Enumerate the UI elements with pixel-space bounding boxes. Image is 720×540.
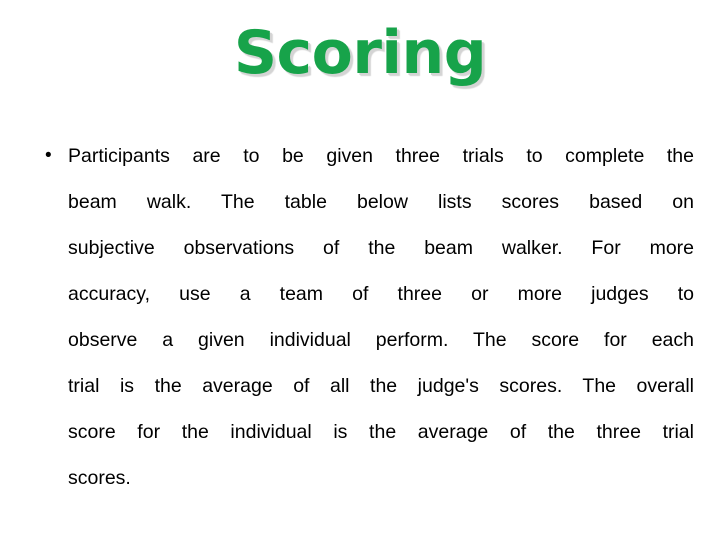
title-block: Scoring (0, 22, 720, 85)
slide: Scoring • Participants are to be given t… (0, 0, 720, 540)
page-title: Scoring (233, 18, 487, 88)
body-content: • Participants are to be given three tri… (26, 133, 694, 501)
text-line: beam walk. The table below lists scores … (68, 191, 694, 213)
bullet-paragraph: Participants are to be given three trial… (68, 133, 694, 501)
text-line: trial is the average of all the judge's … (68, 375, 694, 397)
text-line: subjective observations of the beam walk… (68, 237, 694, 259)
text-line: Participants are to be given three trial… (68, 145, 694, 167)
text-line: score for the individual is the average … (68, 421, 694, 443)
list-item: • Participants are to be given three tri… (26, 133, 694, 501)
text-line: observe a given individual perform. The … (68, 329, 694, 351)
text-line: accuracy, use a team of three or more ju… (68, 283, 694, 305)
text-line: scores. (68, 467, 131, 489)
bullet-icon: • (45, 145, 52, 166)
